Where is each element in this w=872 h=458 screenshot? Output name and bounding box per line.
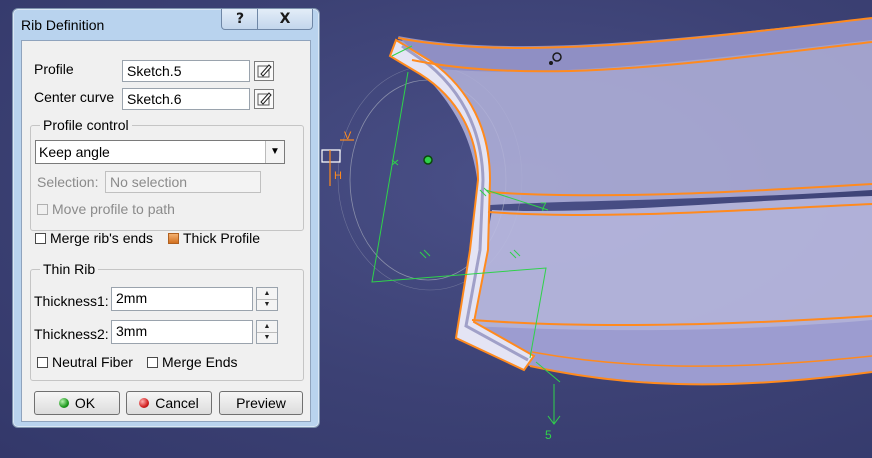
dialog-body: Profile Sketch.5 Center curve Sketch.6 P… [21, 40, 311, 422]
profile-control-select[interactable]: Keep angle ▼ [35, 140, 285, 164]
axis-v-label: V [344, 130, 352, 142]
thick-profile-checkbox[interactable] [168, 233, 179, 244]
dialog-title: Rib Definition [21, 17, 105, 33]
close-button[interactable]: X [257, 9, 313, 30]
merge-ends-label: Merge Ends [162, 354, 238, 370]
thickness2-input[interactable]: 3mm [111, 320, 253, 344]
selection-label: Selection: [37, 174, 99, 190]
profile-label: Profile [34, 61, 74, 77]
thickness1-spinner[interactable]: ▲ ▼ [256, 287, 278, 311]
cancel-icon [139, 398, 150, 408]
help-button[interactable]: ? [221, 9, 259, 30]
cancel-label: Cancel [155, 395, 199, 411]
merge-ends-checkbox[interactable] [147, 357, 158, 368]
axis-h-label: H [334, 170, 342, 182]
dimension-7-label: 7 [540, 200, 547, 214]
ok-icon [58, 398, 69, 408]
sketch-edit-icon [257, 92, 272, 106]
sketch-edit-icon [257, 64, 272, 78]
dialog-titlebar[interactable]: Rib Definition ? X [13, 9, 319, 39]
preview-label: Preview [236, 395, 286, 411]
ok-label: OK [74, 395, 96, 411]
thickness1-label: Thickness1: [34, 293, 109, 309]
edit-profile-sketch-button[interactable] [254, 61, 274, 81]
chevron-down-icon[interactable]: ▼ [265, 141, 284, 163]
origin-marker [423, 155, 433, 165]
thickness1-input[interactable]: 2mm [111, 287, 253, 311]
profile-control-title: Profile control [40, 117, 132, 133]
thick-profile-label: Thick Profile [183, 230, 261, 246]
neutral-fiber-label: Neutral Fiber [52, 354, 133, 370]
profile-control-value: Keep angle [39, 144, 110, 160]
center-curve-label: Center curve [34, 89, 115, 105]
dimension-5-label: 5 [545, 428, 552, 442]
edit-center-curve-sketch-button[interactable] [254, 89, 274, 109]
preview-button[interactable]: Preview [219, 391, 303, 415]
move-profile-label: Move profile to path [52, 201, 175, 217]
rib-definition-dialog: Rib Definition ? X Profile Sketch.5 Cent… [12, 8, 320, 428]
thickness2-spinner[interactable]: ▲ ▼ [256, 320, 278, 344]
cancel-button[interactable]: Cancel [126, 391, 212, 415]
center-curve-field[interactable]: Sketch.6 [122, 88, 250, 110]
neutral-fiber-checkbox[interactable] [37, 357, 48, 368]
selection-field[interactable]: No selection [105, 171, 261, 193]
move-profile-checkbox[interactable] [37, 204, 48, 215]
merge-ribs-ends-checkbox[interactable] [35, 233, 46, 244]
merge-ribs-ends-label: Merge rib's ends [50, 230, 154, 246]
thin-rib-title: Thin Rib [40, 261, 99, 277]
thickness2-label: Thickness2: [34, 326, 109, 342]
ok-button[interactable]: OK [34, 391, 120, 415]
profile-field[interactable]: Sketch.5 [122, 60, 250, 82]
